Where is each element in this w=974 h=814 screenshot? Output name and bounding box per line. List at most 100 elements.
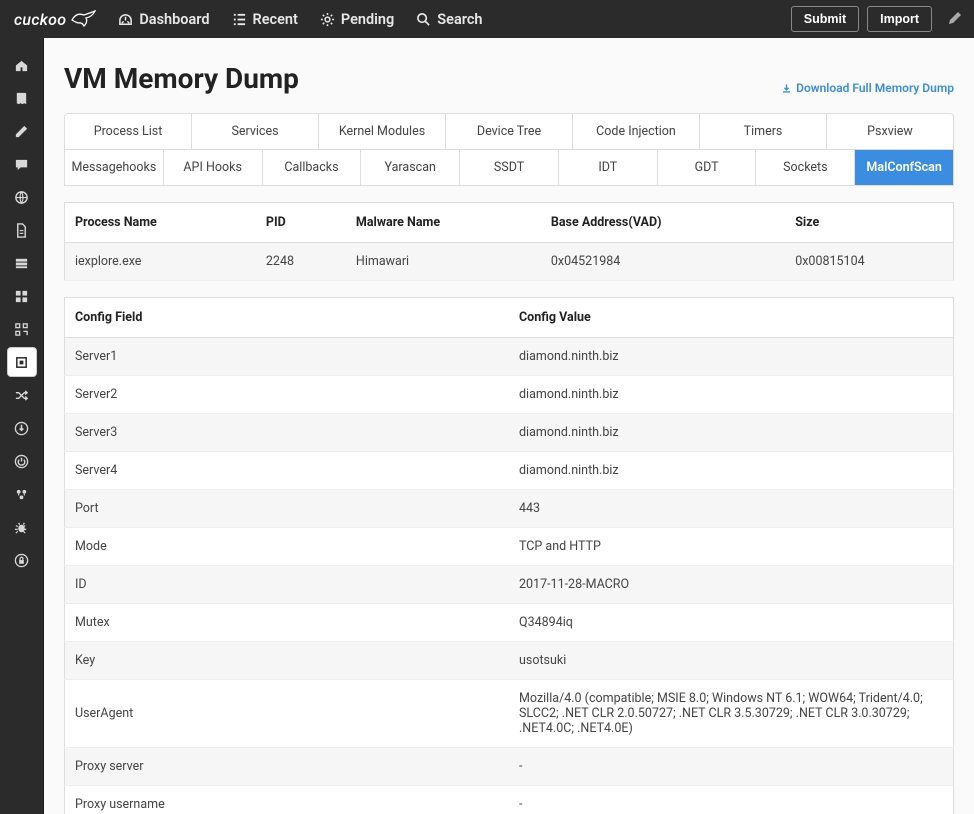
tab-code-injection[interactable]: Code Injection	[573, 114, 700, 150]
nav-recent-label: Recent	[253, 11, 298, 28]
config-cell: Server3	[65, 414, 510, 452]
config-header: Config Field	[65, 298, 510, 338]
download-icon	[781, 83, 792, 94]
brand-text: cuckoo	[14, 10, 66, 29]
process-cell: 2248	[256, 243, 346, 281]
config-cell: usotsuki	[509, 642, 954, 680]
table-row: UserAgentMozilla/4.0 (compatible; MSIE 8…	[65, 680, 954, 748]
process-header: Malware Name	[346, 203, 541, 243]
config-cell: TCP and HTTP	[509, 528, 954, 566]
process-header: Size	[785, 203, 953, 243]
config-cell: Server2	[65, 376, 510, 414]
table-row: Server2diamond.ninth.biz	[65, 376, 954, 414]
brand-logo[interactable]: cuckoo	[0, 10, 108, 29]
process-cell: iexplore.exe	[65, 243, 256, 281]
table-row: Server3diamond.ninth.biz	[65, 414, 954, 452]
side-qr[interactable]	[7, 314, 37, 344]
tab-process-list[interactable]: Process List	[65, 114, 192, 150]
config-cell: diamond.ninth.biz	[509, 452, 954, 490]
side-download[interactable]	[7, 413, 37, 443]
tab-kernel-modules[interactable]: Kernel Modules	[319, 114, 446, 150]
config-cell: -	[509, 786, 954, 814]
gear-icon	[320, 12, 335, 27]
tab-services[interactable]: Services	[192, 114, 319, 150]
tab-device-tree[interactable]: Device Tree	[446, 114, 573, 150]
side-rows[interactable]	[7, 248, 37, 278]
config-cell: Mode	[65, 528, 510, 566]
config-cell: Server1	[65, 338, 510, 376]
config-table: Config FieldConfig Value Server1diamond.…	[64, 297, 954, 814]
tab-callbacks[interactable]: Callbacks	[263, 150, 362, 185]
tab-malconfscan[interactable]: MalConfScan	[855, 150, 953, 185]
config-cell: Proxy server	[65, 748, 510, 786]
submit-button[interactable]: Submit	[791, 6, 859, 32]
brush-icon[interactable]	[944, 9, 964, 29]
side-lock[interactable]	[7, 545, 37, 575]
nav-recent[interactable]: Recent	[222, 0, 308, 38]
tab-api-hooks[interactable]: API Hooks	[164, 150, 263, 185]
nav-pending[interactable]: Pending	[310, 0, 404, 38]
search-icon	[416, 12, 431, 27]
side-settings[interactable]	[7, 479, 37, 509]
side-book[interactable]	[7, 83, 37, 113]
config-cell: 443	[509, 490, 954, 528]
tab-psxview[interactable]: Psxview	[827, 114, 953, 150]
config-cell: diamond.ninth.biz	[509, 414, 954, 452]
main-content: VM Memory Dump Download Full Memory Dump…	[44, 38, 974, 814]
config-cell: Key	[65, 642, 510, 680]
side-memory-dump[interactable]	[7, 347, 37, 377]
import-button[interactable]: Import	[867, 6, 932, 32]
config-cell: ID	[65, 566, 510, 604]
process-cell: 0x04521984	[541, 243, 785, 281]
tab-ssdt[interactable]: SSDT	[460, 150, 559, 185]
side-grid[interactable]	[7, 281, 37, 311]
config-cell: Port	[65, 490, 510, 528]
nav-dashboard[interactable]: Dashboard	[108, 0, 219, 38]
tab-strip: Process ListServicesKernel ModulesDevice…	[64, 113, 954, 186]
tab-yarascan[interactable]: Yarascan	[361, 150, 460, 185]
config-cell: Mutex	[65, 604, 510, 642]
nav-pending-label: Pending	[341, 11, 394, 28]
process-table: Process NamePIDMalware NameBase Address(…	[64, 202, 954, 281]
nav-search[interactable]: Search	[406, 0, 492, 38]
top-navigation: Dashboard Recent Pending Search	[108, 0, 492, 38]
process-cell: 0x00815104	[785, 243, 953, 281]
nav-dashboard-label: Dashboard	[139, 11, 209, 28]
side-power[interactable]	[7, 446, 37, 476]
side-shuffle[interactable]	[7, 380, 37, 410]
config-cell: 2017-11-28-MACRO	[509, 566, 954, 604]
tab-sockets[interactable]: Sockets	[756, 150, 855, 185]
tab-gdt[interactable]: GDT	[658, 150, 757, 185]
config-cell: diamond.ninth.biz	[509, 376, 954, 414]
list-icon	[232, 12, 247, 27]
download-memory-link[interactable]: Download Full Memory Dump	[781, 81, 954, 95]
topbar: cuckoo Dashboard Recent Pending Search S…	[0, 0, 974, 38]
table-row: ModeTCP and HTTP	[65, 528, 954, 566]
table-row: Server4diamond.ninth.biz	[65, 452, 954, 490]
side-pencil[interactable]	[7, 116, 37, 146]
tab-timers[interactable]: Timers	[700, 114, 827, 150]
config-cell: -	[509, 748, 954, 786]
tab-idt[interactable]: IDT	[559, 150, 658, 185]
dashboard-icon	[118, 12, 133, 27]
config-cell: UserAgent	[65, 680, 510, 748]
process-header: Process Name	[65, 203, 256, 243]
tab-messagehooks[interactable]: Messagehooks	[65, 150, 164, 185]
side-file[interactable]	[7, 215, 37, 245]
table-row: ID2017-11-28-MACRO	[65, 566, 954, 604]
table-row: MutexQ34894iq	[65, 604, 954, 642]
bird-icon	[70, 10, 96, 28]
process-cell: Himawari	[346, 243, 541, 281]
page-title: VM Memory Dump	[64, 62, 299, 95]
side-chat[interactable]	[7, 149, 37, 179]
config-cell: Proxy username	[65, 786, 510, 814]
config-cell: diamond.ninth.biz	[509, 338, 954, 376]
side-bug[interactable]	[7, 512, 37, 542]
table-row: Proxy username-	[65, 786, 954, 814]
config-cell: Server4	[65, 452, 510, 490]
nav-search-label: Search	[437, 11, 482, 28]
side-globe[interactable]	[7, 182, 37, 212]
process-header: Base Address(VAD)	[541, 203, 785, 243]
sidebar	[0, 38, 44, 814]
side-home[interactable]	[7, 50, 37, 80]
